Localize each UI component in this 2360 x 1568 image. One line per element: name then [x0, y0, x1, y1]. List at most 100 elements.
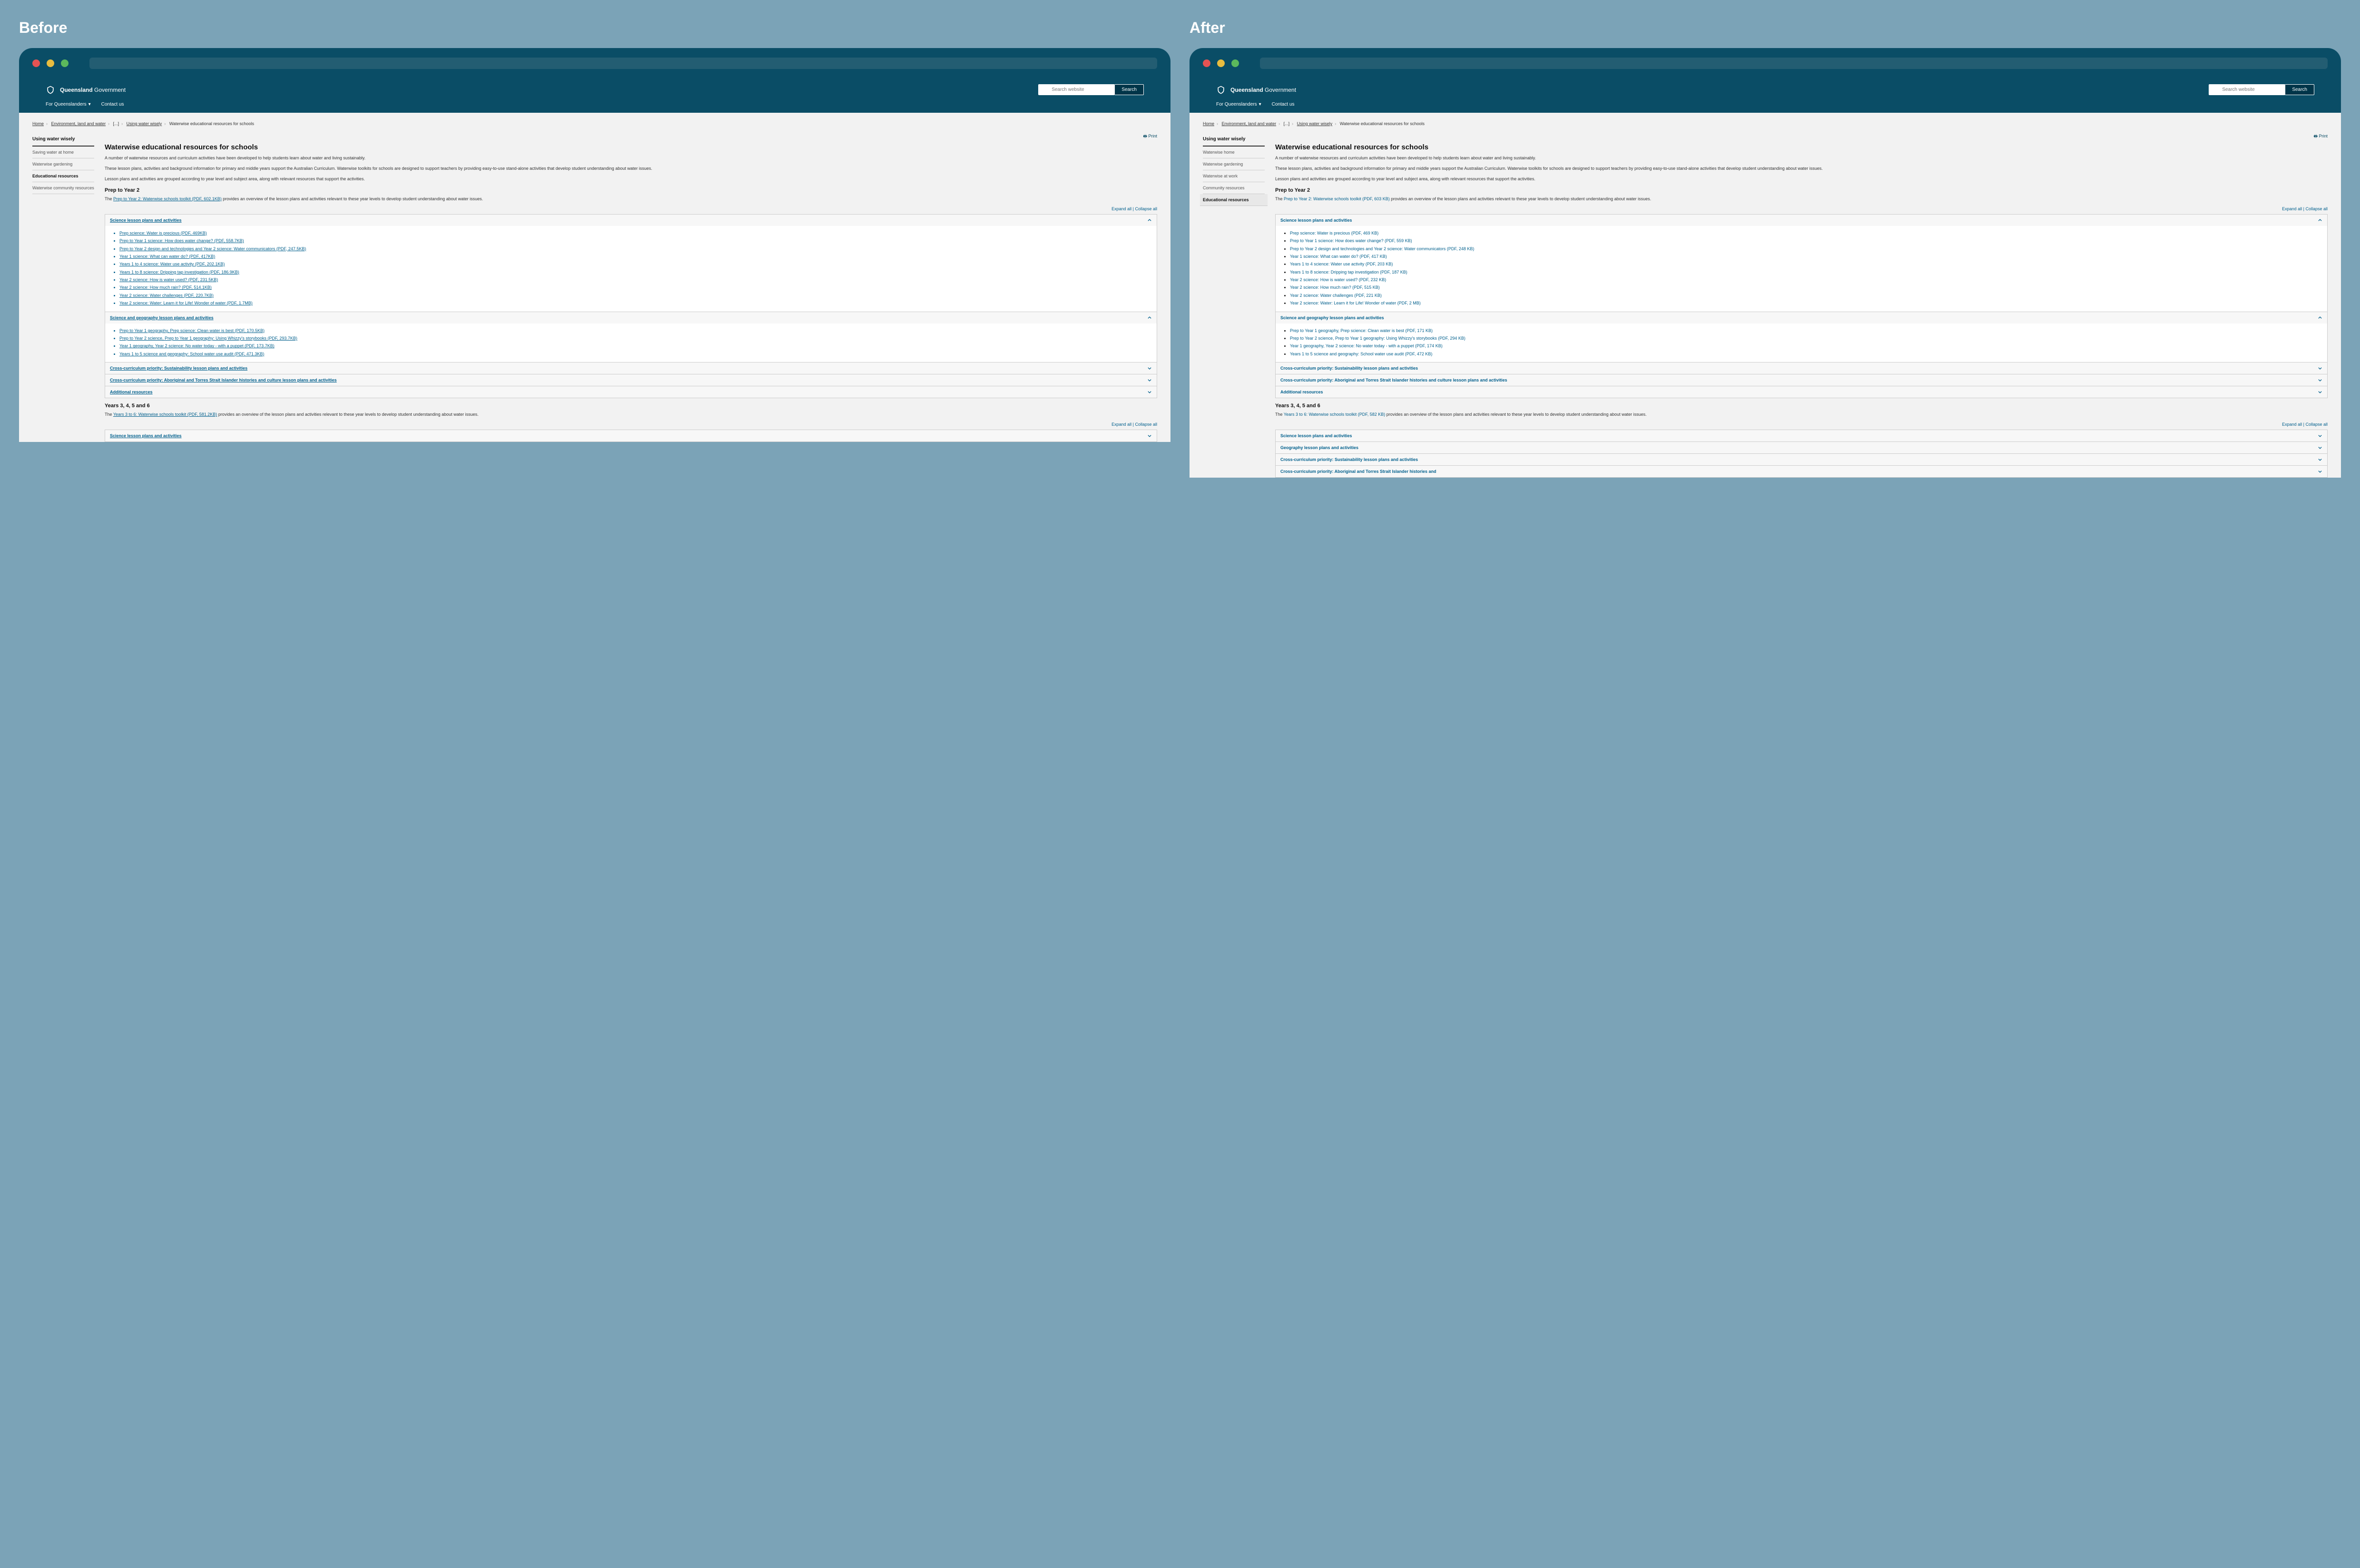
sidebar-item-work[interactable]: Waterwise at work [1203, 170, 1265, 182]
url-bar[interactable] [89, 58, 1157, 69]
prep-toolkit-link[interactable]: Prep to Year 2: Waterwise schools toolki… [113, 196, 222, 201]
close-icon[interactable] [32, 59, 40, 67]
list-item[interactable]: Prep to Year 1 geography, Prep science: … [1290, 327, 2319, 334]
close-icon[interactable] [1203, 59, 1210, 67]
acc-additional-header[interactable]: Additional resources [105, 386, 1157, 398]
collapse-all[interactable]: Collapse all [1135, 206, 1157, 211]
acc-science-2-header[interactable]: Science lesson plans and activities [1276, 430, 2327, 441]
list-item[interactable]: Prep to Year 2 design and technologies a… [1290, 245, 2319, 252]
heading-prep: Prep to Year 2 [105, 187, 1157, 193]
acc-atsi-header[interactable]: Cross-curriculum priority: Aboriginal an… [105, 374, 1157, 386]
years345-toolkit-link[interactable]: Years 3 to 6: Waterwise schools toolkit … [1284, 412, 1385, 417]
list-item[interactable]: Year 2 science: How is water used? (PDF,… [1290, 276, 2319, 283]
acc-sustainability-header[interactable]: Cross-curriculum priority: Sustainabilit… [1276, 363, 2327, 374]
sidebar-item-gardening[interactable]: Waterwise gardening [32, 158, 94, 170]
expand-all[interactable]: Expand all [1111, 206, 1131, 211]
list-item[interactable]: Prep to Year 2 science, Prep to Year 1 g… [1290, 335, 2319, 342]
acc-geo-header[interactable]: Geography lesson plans and activities [1276, 442, 2327, 453]
browser-frame-before: Queensland Government Search For Queensl… [19, 48, 1170, 113]
crumb-home[interactable]: Home [1203, 121, 1214, 126]
list-item[interactable]: Year 1 geography, Year 2 science: No wat… [1290, 343, 2319, 349]
list-item[interactable]: Years 1 to 8 science: Dripping tap inves… [119, 269, 1148, 275]
brand[interactable]: Queensland Government [46, 85, 126, 95]
list-item[interactable]: Year 2 science: Water: Learn it for Life… [119, 300, 1148, 306]
brand[interactable]: Queensland Government [1216, 85, 1296, 95]
list-item[interactable]: Year 2 science: How is water used? (PDF,… [119, 276, 1148, 283]
crumb-env[interactable]: Environment, land and water [51, 121, 106, 126]
acc-atsi-2-header[interactable]: Cross-curriculum priority: Aboriginal an… [1276, 466, 2327, 477]
prep-toolkit-link[interactable]: Prep to Year 2: Waterwise schools toolki… [1284, 196, 1390, 201]
crumb-env[interactable]: Environment, land and water [1222, 121, 1277, 126]
acc-additional-header[interactable]: Additional resources [1276, 386, 2327, 398]
chevron-up-icon [1147, 218, 1152, 223]
before-panel: Before Queensland Government Sea [19, 19, 1170, 478]
list-item[interactable]: Years 1 to 4 science: Water use activity… [1290, 261, 2319, 267]
search-button[interactable]: Search [1114, 84, 1144, 95]
sidebar-item-saving[interactable]: Saving water at home [32, 147, 94, 158]
search-wrap: Search [1038, 84, 1144, 95]
nav-contact-us[interactable]: Contact us [1272, 102, 1295, 107]
acc-science-header[interactable]: Science lesson plans and activities [1276, 215, 2327, 226]
minimize-icon[interactable] [1217, 59, 1225, 67]
acc-scigeo-header[interactable]: Science and geography lesson plans and a… [1276, 312, 2327, 323]
sidebar-item-community[interactable]: Waterwise community resources [32, 182, 94, 194]
collapse-all[interactable]: Collapse all [2305, 206, 2328, 211]
years345-toolkit-link[interactable]: Years 3 to 6: Waterwise schools toolkit … [113, 412, 217, 417]
sidebar-item-community[interactable]: Community resources [1203, 182, 1265, 194]
list-item[interactable]: Years 1 to 5 science and geography: Scho… [1290, 351, 2319, 357]
maximize-icon[interactable] [1231, 59, 1239, 67]
list-item[interactable]: Prep to Year 1 geography, Prep science: … [119, 327, 1148, 334]
list-item[interactable]: Year 2 science: Water challenges (PDF, 2… [1290, 292, 2319, 299]
acc-sustainability-header[interactable]: Cross-curriculum priority: Sustainabilit… [105, 363, 1157, 374]
list-item[interactable]: Years 1 to 8 science: Dripping tap inves… [1290, 269, 2319, 275]
list-item[interactable]: Year 2 science: How much rain? (PDF, 515… [1290, 284, 2319, 291]
search-button[interactable]: Search [2285, 84, 2314, 95]
expand-all[interactable]: Expand all [2282, 422, 2302, 427]
expand-all[interactable]: Expand all [1111, 422, 1131, 427]
list-item[interactable]: Prep science: Water is precious (PDF, 46… [1290, 230, 2319, 236]
sidebar-item-gardening[interactable]: Waterwise gardening [1203, 158, 1265, 170]
acc-science-2-header[interactable]: Science lesson plans and activities [105, 430, 1157, 441]
acc-atsi-header[interactable]: Cross-curriculum priority: Aboriginal an… [1276, 374, 2327, 386]
list-item[interactable]: Year 2 science: Water challenges (PDF, 2… [119, 292, 1148, 299]
search-wrap: Search [2209, 84, 2314, 95]
list-item[interactable]: Year 1 science: What can water do? (PDF,… [1290, 253, 2319, 260]
list-item[interactable]: Prep to Year 1 science: How does water c… [119, 237, 1148, 244]
list-item[interactable]: Year 2 science: Water: Learn it for Life… [1290, 300, 2319, 306]
sidebar-item-educational[interactable]: Educational resources [1200, 194, 1268, 206]
nav-for-queenslanders[interactable]: For Queenslanders ▾ [46, 102, 91, 107]
list-item[interactable]: Prep to Year 2 design and technologies a… [119, 245, 1148, 252]
list-item[interactable]: Prep to Year 1 science: How does water c… [1290, 237, 2319, 244]
acc-scigeo: Science and geography lesson plans and a… [1276, 312, 2327, 363]
crumb-using[interactable]: Using water wisely [127, 121, 162, 126]
crumb-using[interactable]: Using water wisely [1297, 121, 1333, 126]
minimize-icon[interactable] [47, 59, 54, 67]
collapse-all[interactable]: Collapse all [2305, 422, 2328, 427]
url-bar[interactable] [1260, 58, 2328, 69]
acc-scigeo-header[interactable]: Science and geography lesson plans and a… [105, 312, 1157, 323]
crumb-ellipsis: [...] [1284, 121, 1290, 126]
collapse-all[interactable]: Collapse all [1135, 422, 1157, 427]
list-item[interactable]: Years 1 to 4 science: Water use activity… [119, 261, 1148, 267]
list-item[interactable]: Year 1 geography, Year 2 science: No wat… [119, 343, 1148, 349]
search-input[interactable] [1038, 84, 1114, 95]
sidebar-item-educational[interactable]: Educational resources [32, 170, 94, 182]
search-input[interactable] [2209, 84, 2285, 95]
print-link[interactable]: 🖶 Print [1275, 133, 2328, 140]
nav-contact-us[interactable]: Contact us [101, 102, 124, 107]
nav-for-queenslanders[interactable]: For Queenslanders ▾ [1216, 102, 1261, 107]
list-item[interactable]: Years 1 to 5 science and geography: Scho… [119, 351, 1148, 357]
list-item[interactable]: Year 1 science: What can water do? (PDF,… [119, 253, 1148, 260]
acc-science-header[interactable]: Science lesson plans and activities [105, 215, 1157, 226]
print-link[interactable]: 🖶 Print [105, 133, 1157, 140]
acc-sustainability-2-header[interactable]: Cross-curriculum priority: Sustainabilit… [1276, 454, 2327, 465]
sidebar-item-home[interactable]: Waterwise home [1203, 147, 1265, 158]
list-item[interactable]: Prep to Year 2 science, Prep to Year 1 g… [119, 335, 1148, 342]
accordion-years345: Science lesson plans and activities Geog… [1275, 430, 2328, 478]
crumb-home[interactable]: Home [32, 121, 44, 126]
expand-collapse-2: Expand all | Collapse all [1275, 422, 2328, 427]
list-item[interactable]: Prep science: Water is precious (PDF, 46… [119, 230, 1148, 236]
list-item[interactable]: Year 2 science: How much rain? (PDF, 514… [119, 284, 1148, 291]
expand-all[interactable]: Expand all [2282, 206, 2302, 211]
maximize-icon[interactable] [61, 59, 69, 67]
